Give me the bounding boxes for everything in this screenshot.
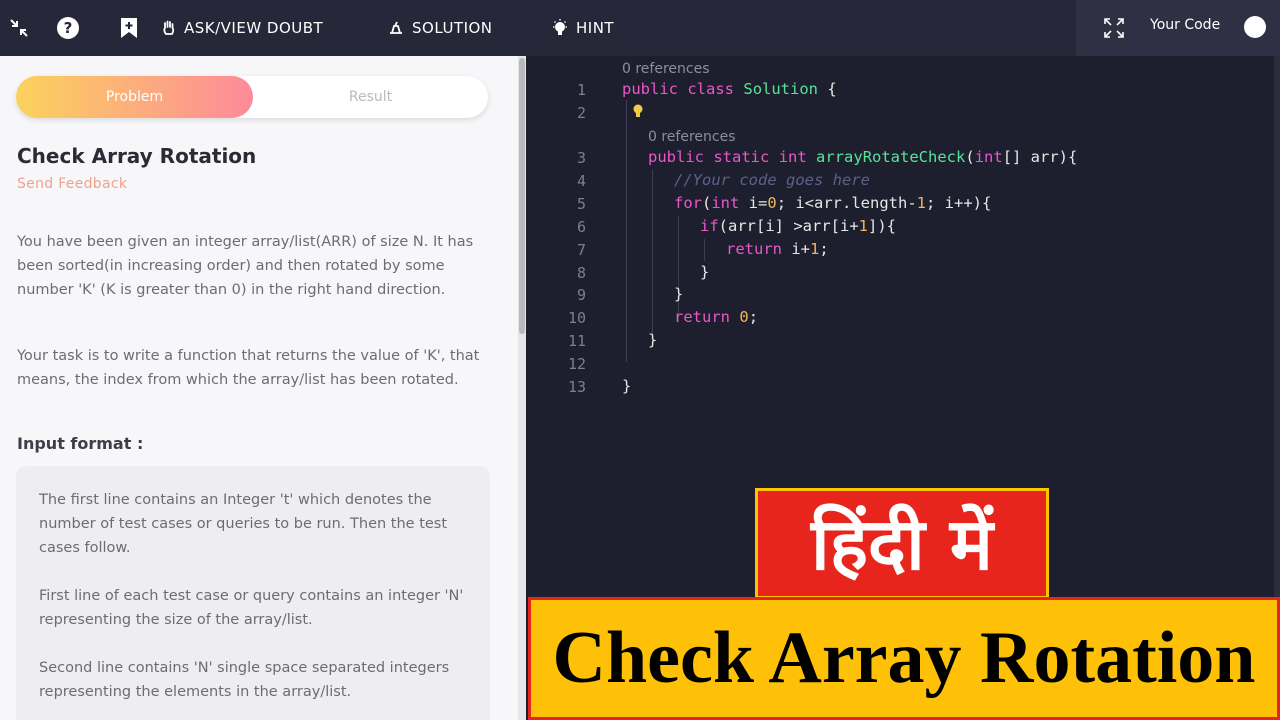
top-bar: ? ASK/VIEW DOUBT SOLUTION HINT Your Code	[0, 0, 1280, 56]
minimize-icon[interactable]	[6, 0, 32, 56]
problem-title: Check Array Rotation	[17, 144, 257, 168]
line-number: 12	[567, 355, 586, 373]
line-number: 11	[567, 332, 586, 350]
line-number: 13	[567, 378, 586, 396]
line-number: 7	[576, 241, 586, 259]
input-line: The first line contains an Integer 't' w…	[39, 492, 448, 556]
code-line: if(arr[i] >arr[i+1]){	[700, 217, 896, 235]
help-icon[interactable]: ?	[56, 0, 80, 56]
tab-problem[interactable]: Problem	[16, 76, 253, 118]
ask-doubt-label: ASK/VIEW DOUBT	[184, 19, 324, 37]
bulb-icon	[552, 19, 568, 37]
solution-label: SOLUTION	[412, 19, 493, 37]
line-number: 2	[576, 104, 586, 122]
solution-icon	[388, 21, 404, 35]
code-line: return i+1;	[726, 240, 829, 258]
input-format-box: The first line contains an Integer 't' w…	[16, 466, 490, 720]
tab-bar: Problem Result	[16, 76, 488, 118]
hindi-text: हिंदी में	[811, 501, 993, 586]
code-line: }	[622, 377, 632, 395]
your-code-toggle[interactable]	[1244, 16, 1266, 38]
problem-task: Your task is to write a function that re…	[17, 348, 480, 388]
indent-guide	[652, 170, 653, 346]
line-number: 3	[576, 149, 586, 167]
line-number: 9	[576, 286, 586, 304]
solution-button[interactable]: SOLUTION	[388, 0, 493, 56]
indent-guide	[704, 239, 705, 261]
input-format-heading: Input format :	[17, 434, 144, 453]
code-line: }	[700, 263, 710, 281]
hand-icon	[162, 20, 176, 36]
bookmark-icon[interactable]	[119, 0, 139, 56]
code-line: }	[674, 285, 684, 303]
your-code-label: Your Code	[1150, 17, 1221, 33]
send-feedback-link[interactable]: Send Feedback	[17, 176, 127, 192]
input-line: Second line contains 'N' single space se…	[39, 660, 450, 700]
problem-panel: Problem Result Check Array Rotation Send…	[0, 56, 526, 720]
lightbulb-icon[interactable]	[632, 104, 644, 118]
input-line: First line of each test case or query co…	[39, 588, 464, 628]
indent-guide	[626, 100, 627, 362]
line-number: 4	[576, 172, 586, 190]
hint-label: HINT	[576, 19, 615, 37]
title-banner-text: Check Array Rotation	[552, 617, 1256, 699]
code-line: for(int i=0; i<arr.length-1; i++){	[674, 194, 992, 212]
code-line: //Your code goes here	[674, 171, 870, 189]
code-lens-references[interactable]: 0 references	[648, 129, 736, 145]
line-number: 6	[576, 218, 586, 236]
indent-guide	[678, 216, 679, 322]
line-number: 5	[576, 195, 586, 213]
code-line: return 0;	[674, 308, 759, 326]
line-number: 1	[576, 81, 586, 99]
problem-description: You have been given an integer array/lis…	[17, 234, 474, 298]
problem-scrollbar[interactable]	[518, 56, 526, 720]
code-line: }	[648, 331, 658, 349]
line-number: 10	[567, 309, 586, 327]
title-banner: Check Array Rotation	[528, 597, 1280, 720]
hindi-banner: हिंदी में	[755, 488, 1049, 599]
code-lens-references[interactable]: 0 references	[622, 61, 710, 77]
hint-button[interactable]: HINT	[552, 0, 614, 56]
fullscreen-icon[interactable]	[1103, 0, 1125, 56]
code-line: public class Solution {	[622, 80, 837, 98]
svg-text:?: ?	[64, 19, 73, 37]
line-number: 8	[576, 264, 586, 282]
tab-result[interactable]: Result	[253, 76, 488, 118]
ask-doubt-button[interactable]: ASK/VIEW DOUBT	[162, 0, 323, 56]
code-line: public static int arrayRotateCheck(int[]…	[648, 148, 1078, 166]
scroll-thumb[interactable]	[519, 58, 525, 334]
